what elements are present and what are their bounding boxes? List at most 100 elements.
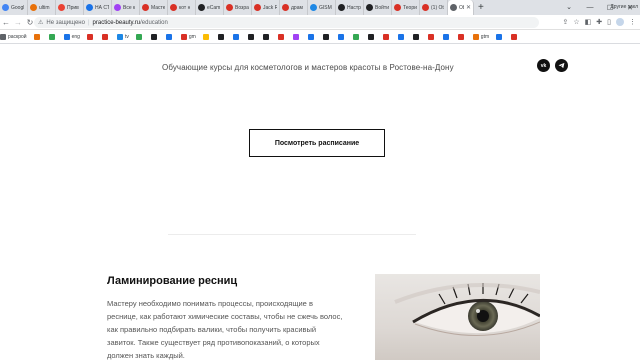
tab-search-icon[interactable]: ⌄: [566, 3, 572, 11]
extensions-puzzle-icon[interactable]: ✚: [596, 18, 602, 26]
menu-icon[interactable]: ⋮: [629, 18, 636, 26]
page-content: Обучающие курсы для косметологов и масте…: [0, 44, 640, 360]
tab-label: eCam: [207, 4, 221, 11]
tab-label: НА СТ: [95, 4, 109, 11]
bookmark-favicon-icon: [101, 33, 108, 40]
bookmark-item[interactable]: [412, 33, 421, 40]
browser-toolbar: ← → ↻ ⚠ Не защищено | practice-beauty.ru…: [0, 15, 640, 30]
minimize-icon[interactable]: —: [580, 4, 600, 11]
browser-tab[interactable]: GISM: [308, 0, 336, 15]
bookmark-favicon-icon: [135, 33, 142, 40]
bookmark-favicon-icon: [63, 33, 70, 40]
profile-avatar[interactable]: [616, 18, 624, 26]
security-label[interactable]: Не защищено: [46, 20, 85, 26]
bookmark-favicon-icon: [150, 33, 157, 40]
address-bar[interactable]: ⚠ Не защищено | practice-beauty.ru /educ…: [34, 17, 539, 28]
bookmark-item[interactable]: [352, 33, 361, 40]
bookmark-favicon-icon: [472, 33, 479, 40]
bookmark-item[interactable]: [496, 33, 504, 40]
bookmark-item[interactable]: [367, 33, 376, 40]
browser-tab[interactable]: НА СТ: [84, 0, 112, 15]
bookmark-item[interactable]: [48, 33, 57, 40]
bookmark-label: eng: [71, 33, 80, 40]
bookmark-item[interactable]: [165, 33, 174, 40]
bookmark-item[interactable]: [150, 33, 159, 40]
share-icon[interactable]: ⇪: [562, 18, 568, 26]
browser-tab[interactable]: Настр: [336, 0, 364, 15]
browser-tab[interactable]: Теори: [392, 0, 420, 15]
browser-tab[interactable]: драм: [280, 0, 308, 15]
browser-tab[interactable]: Jack R: [252, 0, 280, 15]
browser-tab[interactable]: Прив: [56, 0, 84, 15]
bookmark-item[interactable]: [277, 33, 286, 40]
bookmark-favicon-icon: [442, 33, 449, 40]
browser-tab[interactable]: Масте: [140, 0, 168, 15]
bookmark-favicon-icon: [202, 33, 209, 40]
tab-favicon-icon: [58, 4, 65, 11]
bookmark-item[interactable]: [397, 33, 406, 40]
bookmark-favicon-icon: [292, 33, 299, 40]
browser-tab[interactable]: Googl: [0, 0, 28, 15]
browser-tab[interactable]: (1) Ot: [420, 0, 448, 15]
bookmark-item[interactable]: [382, 33, 391, 40]
url-host[interactable]: practice-beauty.ru: [93, 20, 141, 26]
bookmark-favicon-icon: [262, 33, 269, 40]
bookmark-item[interactable]: [232, 33, 241, 40]
bookmark-item[interactable]: [457, 33, 466, 40]
bookmark-item[interactable]: [337, 33, 346, 40]
bookmark-item[interactable]: [262, 33, 271, 40]
bookmark-item[interactable]: [427, 33, 436, 40]
bookmark-item[interactable]: [101, 33, 110, 40]
bookmark-item[interactable]: [307, 33, 316, 40]
browser-tab[interactable]: Войти: [364, 0, 392, 15]
course-title: Ламинирование ресниц: [107, 275, 238, 287]
tab-favicon-icon: [338, 4, 345, 11]
bookmark-favicon-icon: [352, 33, 359, 40]
tab-favicon-icon: [114, 4, 121, 11]
browser-tab[interactable]: Все к: [112, 0, 140, 15]
tab-favicon-icon: [198, 4, 205, 11]
bookmark-item[interactable]: раскрой: [0, 33, 27, 40]
bookmark-favicon-icon: [337, 33, 344, 40]
bookmark-item[interactable]: [292, 33, 301, 40]
bookmark-item[interactable]: [247, 33, 256, 40]
tab-label: GISM: [319, 4, 332, 11]
tab-close-icon[interactable]: ✕: [466, 4, 471, 11]
browser-tab[interactable]: Возра: [224, 0, 252, 15]
browser-tab[interactable]: ultim: [28, 0, 56, 15]
warning-icon[interactable]: ⚠: [38, 19, 43, 26]
bookmark-favicon-icon: [397, 33, 404, 40]
other-bookmarks[interactable]: Другие закл: [610, 4, 638, 10]
vk-icon[interactable]: vk: [537, 59, 550, 72]
side-panel-icon[interactable]: ▯: [607, 18, 611, 26]
bookmark-item[interactable]: [202, 33, 211, 40]
bookmark-item[interactable]: tv: [116, 33, 129, 40]
tab-label: ultim: [39, 4, 50, 11]
url-path[interactable]: /education: [140, 20, 168, 26]
bookmark-item[interactable]: [511, 33, 519, 40]
bookmark-item[interactable]: [135, 33, 144, 40]
bookmark-star-icon[interactable]: ☆: [573, 18, 579, 26]
bookmark-item[interactable]: [86, 33, 95, 40]
bookmark-item[interactable]: gm: [180, 33, 196, 40]
bookmark-item[interactable]: gtm: [472, 33, 489, 40]
bookmark-item[interactable]: [442, 33, 451, 40]
tab-label: Настр: [347, 4, 361, 11]
section-divider: [168, 234, 416, 235]
bookmark-item[interactable]: [217, 33, 226, 40]
telegram-icon[interactable]: [555, 59, 568, 72]
tab-favicon-icon: [142, 4, 149, 11]
browser-tab[interactable]: кот н: [168, 0, 196, 15]
forward-icon[interactable]: →: [12, 18, 24, 27]
new-tab-icon[interactable]: +: [478, 2, 484, 13]
browser-tab[interactable]: eCam: [196, 0, 224, 15]
bookmark-item[interactable]: eng: [63, 33, 80, 40]
back-icon[interactable]: ←: [0, 18, 12, 27]
tab-favicon-icon: [2, 4, 9, 11]
browser-tab[interactable]: Ob✕: [448, 0, 474, 15]
bookmark-item[interactable]: [33, 33, 42, 40]
bookmark-favicon-icon: [277, 33, 284, 40]
extension-icon[interactable]: ◧: [585, 18, 592, 26]
view-schedule-button[interactable]: Посмотреть расписание: [249, 129, 385, 157]
bookmark-item[interactable]: [322, 33, 331, 40]
